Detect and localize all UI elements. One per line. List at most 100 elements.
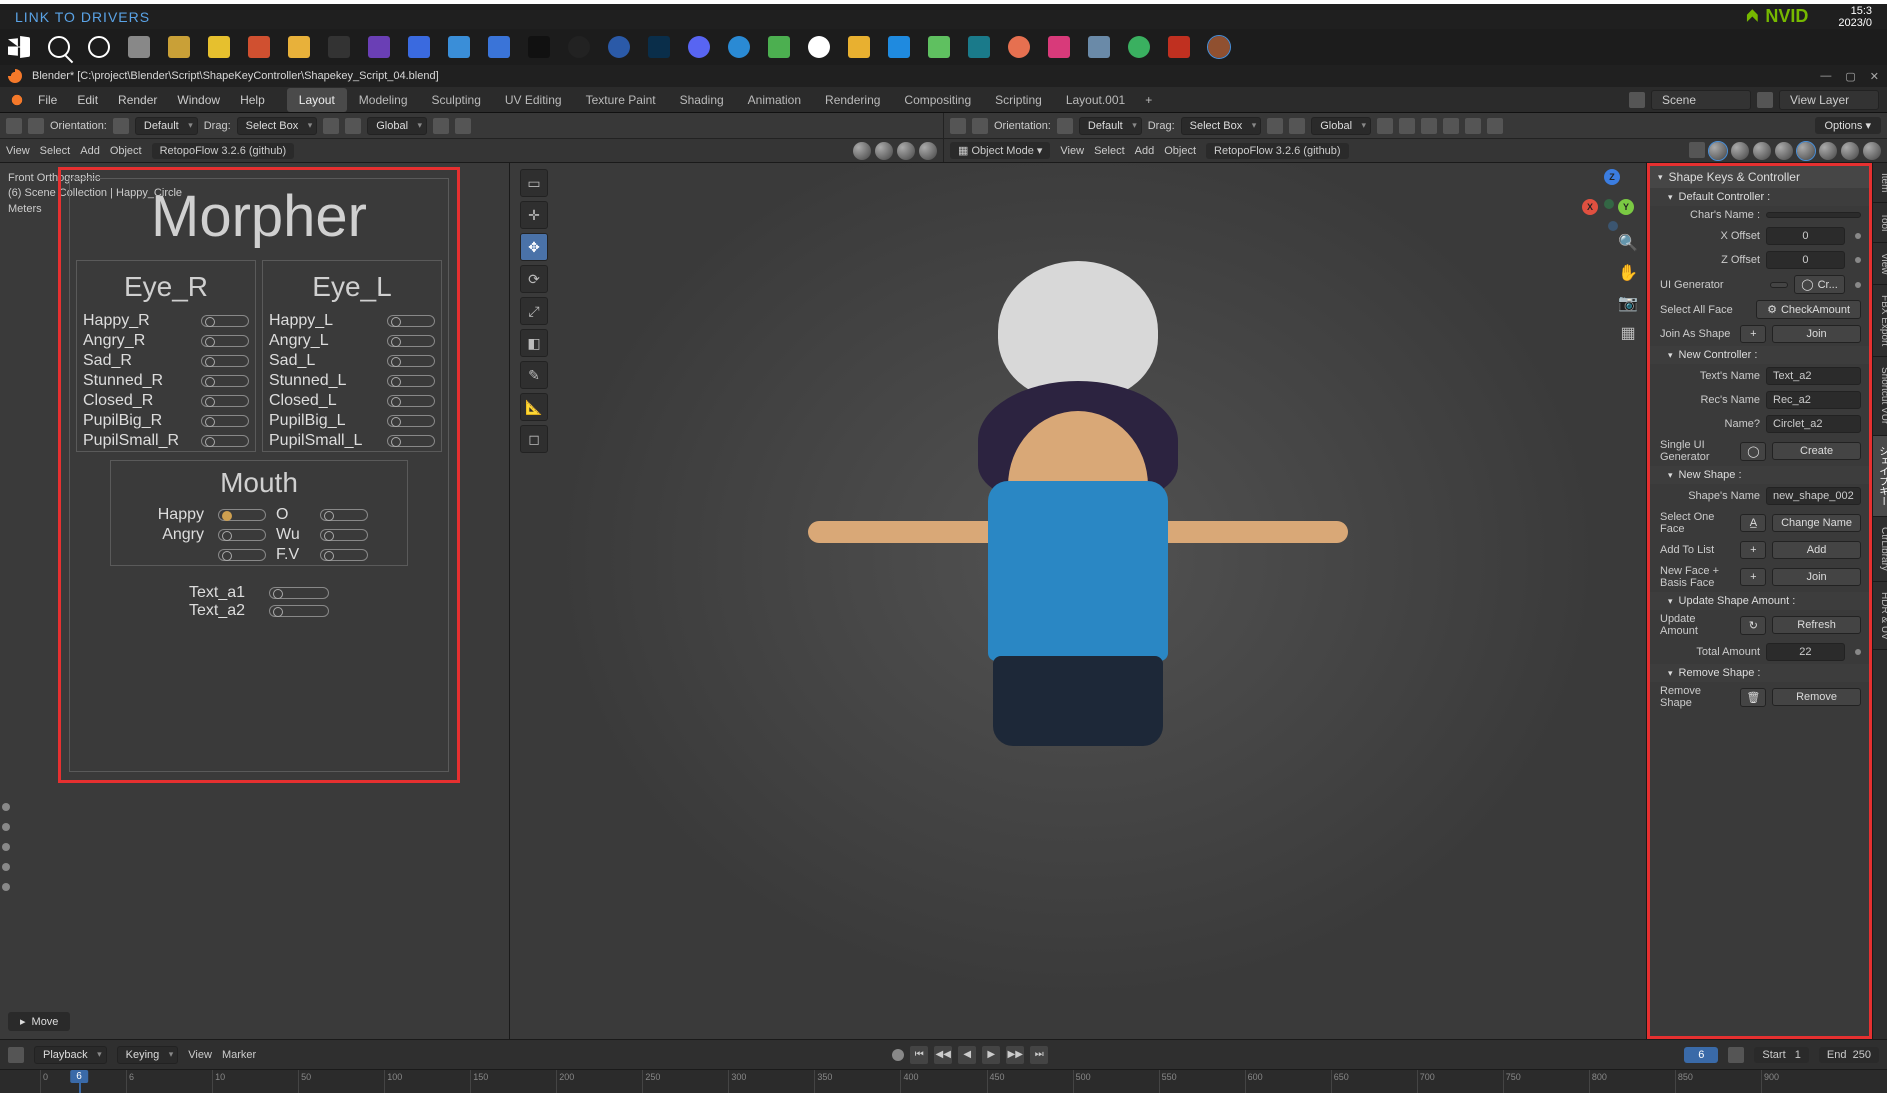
transform-icon[interactable] (345, 118, 361, 134)
app-icon[interactable] (768, 36, 790, 58)
mouth-slider[interactable] (218, 529, 266, 541)
minimize-button[interactable]: — (1820, 70, 1831, 83)
checkamount-button[interactable]: ⚙ CheckAmount (1756, 300, 1860, 319)
text-slider[interactable] (269, 587, 329, 599)
shading-solid-icon[interactable] (1819, 142, 1837, 160)
shapekey-slider[interactable] (387, 395, 435, 407)
app-icon[interactable] (1088, 36, 1110, 58)
mouth-slider[interactable] (218, 549, 266, 561)
zoffset-field[interactable]: 0 (1766, 251, 1845, 269)
pan-icon[interactable]: ✋ (1618, 263, 1638, 283)
orientation-select[interactable]: Default (1079, 117, 1142, 135)
cursor-tool[interactable]: ✛ (520, 201, 548, 229)
uigen-checkbox[interactable] (1770, 282, 1788, 288)
xoffset-field[interactable]: 0 (1766, 227, 1845, 245)
addcube-tool[interactable]: ◻ (520, 425, 548, 453)
jump-end-icon[interactable]: ⏭ (1030, 1046, 1048, 1064)
obs-icon[interactable] (328, 36, 350, 58)
app-icon[interactable] (248, 36, 270, 58)
changename-button[interactable]: Change Name (1772, 514, 1860, 532)
snap-icon[interactable] (433, 118, 449, 134)
mode-select[interactable]: ▦ Object Mode ▾ (950, 142, 1050, 159)
app-icon[interactable] (928, 36, 950, 58)
taskview-icon[interactable] (128, 36, 150, 58)
totalamt-field[interactable]: 22 (1766, 643, 1845, 661)
discord-icon[interactable] (688, 36, 710, 58)
shapekey-slider[interactable] (201, 375, 249, 387)
refresh-button[interactable]: Refresh (1772, 616, 1860, 634)
viewlayer-icon[interactable] (1757, 92, 1773, 108)
drag-select[interactable]: Select Box (1181, 117, 1262, 135)
add-menu[interactable]: Add (80, 145, 100, 157)
rotate-tool[interactable]: ⟳ (520, 265, 548, 293)
addon-menu[interactable]: RetopoFlow 3.2.6 (github) (152, 143, 295, 159)
tab-shading[interactable]: Shading (668, 88, 736, 112)
tab-shapekey-jp[interactable]: シェイプキー (1873, 436, 1887, 517)
shapekey-slider[interactable] (387, 355, 435, 367)
shading-wireframe-icon[interactable] (1797, 142, 1815, 160)
shapesname-field[interactable]: new_shape_002 (1766, 487, 1861, 505)
global-select[interactable]: Global (367, 117, 427, 135)
play-rev-icon[interactable]: ◀ (958, 1046, 976, 1064)
shapekey-slider[interactable] (387, 415, 435, 427)
tab-layout[interactable]: Layout (287, 88, 347, 112)
app-icon[interactable] (168, 36, 190, 58)
operator-hint[interactable]: Move (8, 1012, 70, 1031)
tab-texturepaint[interactable]: Texture Paint (574, 88, 668, 112)
play-icon[interactable]: ▶ (982, 1046, 1000, 1064)
recsname-field[interactable]: Rec_a2 (1766, 391, 1861, 409)
editor-type-icon[interactable] (6, 118, 22, 134)
transform-icon[interactable] (1289, 118, 1305, 134)
close-button[interactable]: ✕ (1870, 70, 1879, 83)
viewport-3d[interactable]: ▭ ✛ ✥ ⟳ ⤢ ◧ ✎ 📐 ◻ ZYX 🔍 ✋ 📷 ▦ (510, 163, 1647, 1039)
addon-menu[interactable]: RetopoFlow 3.2.6 (github) (1206, 143, 1349, 159)
tab-modeling[interactable]: Modeling (347, 88, 420, 112)
vscode-icon[interactable] (888, 36, 910, 58)
playhead-knob[interactable]: 6 (70, 1070, 88, 1083)
explorer-icon[interactable] (288, 36, 310, 58)
app-icon[interactable] (448, 36, 470, 58)
tab-view[interactable]: View (1873, 243, 1887, 286)
orientation-icon[interactable] (1057, 118, 1073, 134)
shapekey-slider[interactable] (387, 315, 435, 327)
uigen-create-button[interactable]: ◯ Cr... (1794, 275, 1844, 294)
mouth-slider[interactable] (320, 549, 368, 561)
refresh-icon-button[interactable]: ↻ (1740, 616, 1766, 635)
mouth-slider[interactable] (320, 529, 368, 541)
shapekey-slider[interactable] (387, 375, 435, 387)
shading-solid-icon[interactable] (875, 142, 893, 160)
singleui-ring-button[interactable]: ◯ (1740, 442, 1766, 461)
shading-matprev-icon[interactable] (897, 142, 915, 160)
tab-uvediting[interactable]: UV Editing (493, 88, 574, 112)
menu-edit[interactable]: Edit (69, 89, 106, 111)
shading-solid-icon[interactable] (1731, 142, 1749, 160)
select-menu[interactable]: Select (40, 145, 71, 157)
section-new-shape[interactable]: New Shape : (1650, 466, 1869, 484)
add-button[interactable]: Add (1772, 541, 1860, 559)
object-menu[interactable]: Object (110, 145, 142, 157)
link-to-drivers[interactable]: LINK TO DRIVERS (15, 9, 150, 25)
measure-tool[interactable]: 📐 (520, 393, 548, 421)
panel-shapekeys-header[interactable]: Shape Keys & Controller (1650, 166, 1869, 188)
tab-compositing[interactable]: Compositing (892, 88, 983, 112)
shading-rendered-icon[interactable] (1775, 142, 1793, 160)
gizmo-icon[interactable] (28, 118, 44, 134)
epic-icon[interactable] (528, 36, 550, 58)
rename-icon-button[interactable]: A̲ (1740, 514, 1766, 532)
mouth-slider[interactable] (218, 509, 266, 521)
select-menu[interactable]: Select (1094, 145, 1125, 157)
section-default-controller[interactable]: Default Controller : (1650, 188, 1869, 206)
nameq-field[interactable]: Circlet_a2 (1766, 415, 1861, 433)
app-icon[interactable] (368, 36, 390, 58)
overlay-icon[interactable] (1443, 118, 1459, 134)
tab-scripting[interactable]: Scripting (983, 88, 1054, 112)
zoom-icon[interactable]: 🔍 (1618, 233, 1638, 253)
unreal-icon[interactable] (608, 36, 630, 58)
overlay-icon[interactable] (1421, 118, 1437, 134)
app-icon[interactable] (488, 36, 510, 58)
shapekey-slider[interactable] (201, 315, 249, 327)
editor-type-icon[interactable] (8, 1047, 24, 1063)
cortana-icon[interactable] (88, 36, 110, 58)
drag-icon[interactable] (323, 118, 339, 134)
frame-lock-icon[interactable] (1728, 1047, 1744, 1063)
